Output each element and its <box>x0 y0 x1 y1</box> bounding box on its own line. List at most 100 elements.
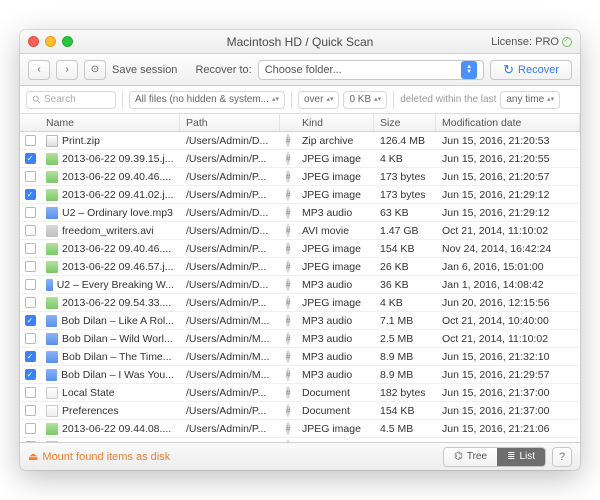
row-checkbox[interactable]: ✓ <box>20 153 40 164</box>
license-badge: License: PRO <box>491 36 572 48</box>
table-row[interactable]: freedom_writers.avi/Users/Admin/D...#AVI… <box>20 222 580 240</box>
table-row[interactable]: ✓Bob Dilan – Like A Rol.../Users/Admin/M… <box>20 312 580 330</box>
table-row[interactable]: 2013-06-22 09.44.08..../Users/Admin/P...… <box>20 420 580 438</box>
row-mod: Jun 15, 2016, 21:37:00 <box>436 405 580 417</box>
row-hash-icon: # <box>280 242 296 255</box>
time-range-label: any time <box>506 94 544 105</box>
row-checkbox[interactable]: ✓ <box>20 369 40 380</box>
forward-button[interactable]: › <box>56 60 78 80</box>
row-checkbox[interactable] <box>20 135 40 146</box>
file-type-icon <box>46 207 58 219</box>
chevron-updown-icon: ▴▾ <box>272 97 279 103</box>
recover-folder-placeholder: Choose folder... <box>265 64 342 76</box>
row-size: 4 KB <box>374 297 436 309</box>
file-name-label: 2013-06-22 09.40.46.... <box>62 171 171 183</box>
save-session-icon-button[interactable]: ⊙ <box>84 60 106 80</box>
size-value-select[interactable]: 0 KB ▴▾ <box>343 91 387 109</box>
row-size: 2.5 MB <box>374 333 436 345</box>
table-row[interactable]: ✓2013-06-22 09.39.15.j.../Users/Admin/P.… <box>20 150 580 168</box>
row-checkbox[interactable]: ✓ <box>20 189 40 200</box>
row-kind: JPEG image <box>296 189 374 201</box>
header-path[interactable]: Path <box>180 114 280 131</box>
row-checkbox[interactable] <box>20 171 40 182</box>
row-checkbox[interactable] <box>20 207 40 218</box>
size-operator-select[interactable]: over ▴▾ <box>298 91 339 109</box>
search-placeholder: Search <box>44 94 76 105</box>
row-mod: Jan 6, 2016, 15:01:00 <box>436 261 580 273</box>
separator <box>393 91 394 109</box>
header-size[interactable]: Size <box>374 114 436 131</box>
select-arrows-icon: ▲▼ <box>461 61 477 79</box>
mount-items-link[interactable]: ⏏ Mount found items as disk <box>28 450 170 463</box>
row-hash-icon: # <box>280 404 296 417</box>
header-kind[interactable]: Kind <box>296 114 374 131</box>
table-row[interactable]: U2 – Ordinary love.mp3/Users/Admin/D...#… <box>20 204 580 222</box>
tree-view-button[interactable]: ⌬ Tree <box>444 448 497 466</box>
minimize-window-button[interactable] <box>45 36 56 47</box>
mount-disk-icon: ⏏ <box>28 450 38 463</box>
back-button[interactable]: ‹ <box>28 60 50 80</box>
recover-button[interactable]: ↻ Recover <box>490 60 572 80</box>
table-row[interactable]: Print.zip/Users/Admin/D...#Zip archive12… <box>20 132 580 150</box>
table-row[interactable]: ✓Bob Dilan – The Time.../Users/Admin/M..… <box>20 348 580 366</box>
table-row[interactable]: 2013-06-22 09.46.57.j.../Users/Admin/P..… <box>20 258 580 276</box>
file-type-icon <box>46 135 58 147</box>
row-path: /Users/Admin/P... <box>180 153 280 165</box>
file-types-select[interactable]: All files (no hidden & system... ▴▾ <box>129 91 285 109</box>
row-hash-icon: # <box>280 368 296 381</box>
table-row[interactable]: Local State/Users/Admin/P...#Document182… <box>20 384 580 402</box>
chevron-updown-icon: ▴▾ <box>547 97 554 103</box>
close-window-button[interactable] <box>28 36 39 47</box>
table-row[interactable]: Bob Dilan – Wild Worl.../Users/Admin/M..… <box>20 330 580 348</box>
row-hash-icon: # <box>280 134 296 147</box>
separator <box>122 91 123 109</box>
row-checkbox[interactable] <box>20 243 40 254</box>
table-row[interactable]: ✓Bob Dilan – I Was You.../Users/Admin/M.… <box>20 366 580 384</box>
row-size: 36 KB <box>374 279 436 291</box>
row-checkbox[interactable] <box>20 261 40 272</box>
header-checkbox[interactable] <box>20 114 40 131</box>
row-checkbox[interactable] <box>20 405 40 416</box>
file-type-icon <box>46 279 53 291</box>
footer: ⏏ Mount found items as disk ⌬ Tree ≣ Lis… <box>20 442 580 470</box>
row-kind: JPEG image <box>296 261 374 273</box>
row-name: freedom_writers.avi <box>40 225 180 237</box>
row-size: 63 KB <box>374 207 436 219</box>
table-row[interactable]: 2013-06-22 09.54.33..../Users/Admin/P...… <box>20 294 580 312</box>
search-icon <box>32 95 41 104</box>
table-row[interactable]: 2013-06-22 09.40.46..../Users/Admin/P...… <box>20 240 580 258</box>
row-checkbox[interactable] <box>20 297 40 308</box>
row-checkbox[interactable] <box>20 225 40 236</box>
row-checkbox[interactable]: ✓ <box>20 315 40 326</box>
header-name[interactable]: Name <box>40 114 180 131</box>
table-row[interactable]: Preferences/Users/Admin/P...#Document154… <box>20 402 580 420</box>
help-button[interactable]: ? <box>552 447 572 467</box>
row-mod: Jun 20, 2016, 12:15:56 <box>436 297 580 309</box>
row-checkbox[interactable] <box>20 279 40 290</box>
row-kind: Zip archive <box>296 135 374 147</box>
row-checkbox[interactable] <box>20 333 40 344</box>
list-view-button[interactable]: ≣ List <box>497 448 545 466</box>
table-row[interactable]: U2 – Every Breaking W.../Users/Admin/D..… <box>20 276 580 294</box>
time-range-select[interactable]: any time ▴▾ <box>500 91 560 109</box>
row-checkbox[interactable] <box>20 387 40 398</box>
row-mod: Oct 21, 2014, 11:10:02 <box>436 333 580 345</box>
results-table: Name Path Kind Size Modification date Pr… <box>20 114 580 442</box>
header-mod[interactable]: Modification date <box>436 114 580 131</box>
zoom-window-button[interactable] <box>62 36 73 47</box>
row-checkbox[interactable]: ✓ <box>20 351 40 362</box>
file-name-label: Bob Dilan – Wild Worl... <box>62 333 173 345</box>
row-checkbox[interactable] <box>20 423 40 434</box>
row-path: /Users/Admin/P... <box>180 189 280 201</box>
size-op-label: over <box>304 94 323 105</box>
row-kind: MP3 audio <box>296 369 374 381</box>
search-input[interactable]: Search <box>26 91 116 109</box>
row-path: /Users/Admin/M... <box>180 369 280 381</box>
row-size: 7.1 MB <box>374 315 436 327</box>
table-row[interactable]: 2013-06-22 09.40.46..../Users/Admin/P...… <box>20 168 580 186</box>
file-type-icon <box>46 369 57 381</box>
row-path: /Users/Admin/P... <box>180 387 280 399</box>
table-row[interactable]: ✓2013-06-22 09.41.02.j.../Users/Admin/P.… <box>20 186 580 204</box>
tree-label: Tree <box>467 451 487 462</box>
recover-folder-select[interactable]: Choose folder... ▲▼ <box>258 60 484 80</box>
